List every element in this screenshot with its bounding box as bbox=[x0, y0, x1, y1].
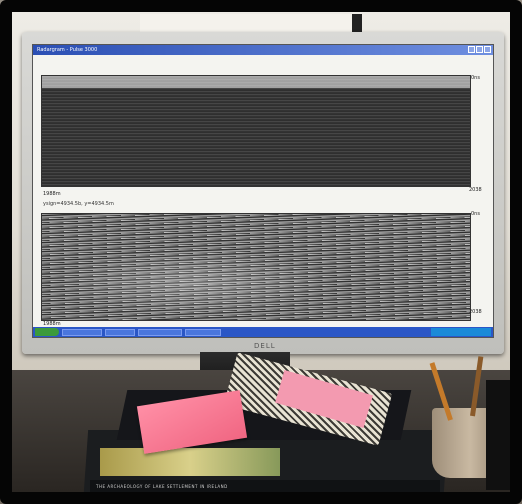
map-cover bbox=[100, 448, 280, 476]
taskbar-item[interactable] bbox=[62, 328, 102, 336]
window-titlebar: Radargram - Pulse 3000 bbox=[33, 45, 493, 55]
lower-radargram-plot[interactable] bbox=[41, 213, 471, 321]
monitor-screen: Radargram - Pulse 3000 0ns 2038 1988m ys… bbox=[32, 44, 494, 338]
system-tray[interactable] bbox=[431, 328, 491, 336]
book-spine-title: THE ARCHAEOLOGY OF LAKE SETTLEMENT IN IR… bbox=[96, 484, 228, 489]
lower-panel-header: ysign=4934.5b, y=4934.5m bbox=[43, 201, 114, 207]
window-title: Radargram - Pulse 3000 bbox=[37, 47, 98, 53]
lamp-pole bbox=[352, 14, 362, 32]
monitor: Radargram - Pulse 3000 0ns 2038 1988m ys… bbox=[22, 32, 504, 354]
window-controls[interactable] bbox=[468, 46, 491, 53]
taskbar bbox=[33, 327, 493, 337]
upper-left-bottom-label: 1988m bbox=[43, 191, 61, 197]
taskbar-item[interactable] bbox=[105, 328, 135, 336]
start-button[interactable] bbox=[35, 328, 59, 336]
close-icon[interactable] bbox=[484, 46, 491, 53]
taskbar-item[interactable] bbox=[185, 328, 221, 336]
dark-foreground-object bbox=[486, 380, 510, 490]
lower-right-bottom-label: 2038 bbox=[469, 309, 482, 315]
lower-right-top-label: 0ns bbox=[471, 211, 480, 217]
upper-radargram-plot[interactable] bbox=[41, 75, 471, 187]
photo: Radargram - Pulse 3000 0ns 2038 1988m ys… bbox=[0, 0, 522, 504]
monitor-brand-logo: DELL bbox=[254, 342, 276, 350]
maximize-icon[interactable] bbox=[476, 46, 483, 53]
taskbar-item[interactable] bbox=[138, 328, 182, 336]
upper-right-top-label: 0ns bbox=[471, 75, 480, 81]
minimize-icon[interactable] bbox=[468, 46, 475, 53]
upper-right-bottom-label: 2038 bbox=[469, 187, 482, 193]
